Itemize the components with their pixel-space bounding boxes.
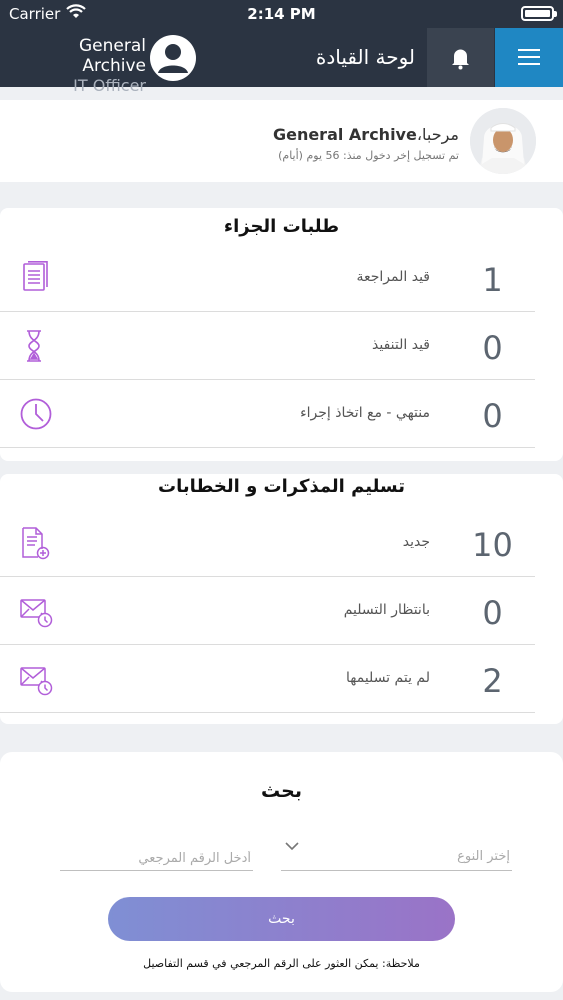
last-login-text: تم تسجيل إخر دخول منذ: 56 يوم (أيام) bbox=[278, 149, 459, 162]
reference-number-input[interactable] bbox=[60, 835, 253, 871]
search-title: بحث bbox=[261, 780, 302, 802]
document-list-icon bbox=[23, 261, 48, 291]
memos-row-label: لم يتم تسليمها bbox=[346, 670, 430, 686]
type-select[interactable]: إختر النوع bbox=[281, 835, 512, 871]
memos-row-count: 2 bbox=[482, 662, 503, 700]
chevron-down-icon bbox=[285, 842, 299, 851]
penalty-row-under-review[interactable]: قيد المراجعة 1 bbox=[0, 245, 563, 312]
row-divider bbox=[0, 576, 535, 577]
memos-row-not-delivered[interactable]: لم يتم تسليمها 2 bbox=[0, 646, 563, 713]
status-bar: Carrier 2:14 PM bbox=[0, 0, 563, 28]
row-divider bbox=[0, 447, 535, 448]
mail-clock-icon bbox=[20, 667, 53, 696]
memos-delivery-card: تسليم المذكرات و الخطابات جديد 10 بانتظا… bbox=[0, 474, 563, 724]
search-button[interactable]: بحث bbox=[108, 897, 455, 941]
penalty-row-count: 1 bbox=[482, 261, 503, 299]
hamburger-menu-icon[interactable] bbox=[495, 28, 563, 87]
penalty-requests-card: طلبات الجزاء قيد المراجعة 1 قيد التنفيذ … bbox=[0, 208, 563, 461]
row-divider bbox=[0, 712, 535, 713]
welcome-user-name: General Archive bbox=[272, 125, 417, 144]
penalty-row-count: 0 bbox=[482, 329, 503, 367]
notifications-button[interactable] bbox=[427, 28, 494, 87]
page-title: لوحة القيادة bbox=[315, 45, 415, 69]
new-document-icon bbox=[22, 527, 50, 560]
penalty-row-label: قيد التنفيذ bbox=[372, 337, 430, 353]
clock-time: 2:14 PM bbox=[247, 5, 316, 23]
top-bar: Carrier 2:14 PM General Archive IT Offic… bbox=[0, 0, 563, 95]
memos-row-count: 10 bbox=[472, 526, 513, 564]
welcome-greeting: مرحبا،General Archive bbox=[273, 125, 459, 144]
type-select-placeholder: إختر النوع bbox=[457, 849, 510, 864]
memos-row-label: جديد bbox=[402, 534, 430, 550]
memos-row-count: 0 bbox=[482, 594, 503, 632]
penalty-row-label: قيد المراجعة bbox=[356, 269, 431, 285]
search-card: بحث إختر النوع بحث ملاحظة: يمكن العثور ع… bbox=[0, 752, 563, 992]
user-circle-icon[interactable] bbox=[150, 35, 196, 81]
row-divider bbox=[0, 311, 535, 312]
penalty-requests-title: طلبات الجزاء bbox=[223, 216, 340, 237]
mail-clock-icon bbox=[20, 599, 53, 628]
penalty-row-count: 0 bbox=[482, 397, 503, 435]
memos-row-new[interactable]: جديد 10 bbox=[0, 510, 563, 577]
bell-icon bbox=[452, 49, 469, 70]
nav-user-name: General Archive bbox=[79, 36, 146, 76]
hourglass-icon bbox=[27, 330, 41, 362]
battery-icon bbox=[521, 6, 557, 21]
penalty-row-label: منتهي - مع اتخاذ إجراء bbox=[300, 405, 430, 421]
clock-icon bbox=[20, 398, 52, 430]
memos-row-label: بانتظار التسليم bbox=[343, 602, 430, 618]
search-note: ملاحظة: يمكن العثور على الرقم المرجعي في… bbox=[143, 957, 420, 970]
row-divider bbox=[0, 379, 535, 380]
row-divider bbox=[0, 644, 535, 645]
memos-delivery-title: تسليم المذكرات و الخطابات bbox=[158, 476, 405, 497]
greeting-word: مرحبا، bbox=[416, 125, 459, 144]
memos-row-awaiting-delivery[interactable]: بانتظار التسليم 0 bbox=[0, 578, 563, 645]
penalty-row-in-progress[interactable]: قيد التنفيذ 0 bbox=[0, 313, 563, 380]
penalty-row-completed[interactable]: منتهي - مع اتخاذ إجراء 0 bbox=[0, 381, 563, 448]
nav-user-role: IT Officer bbox=[73, 76, 146, 95]
profile-photo[interactable] bbox=[470, 108, 536, 174]
nav-user-info[interactable]: General Archive IT Officer bbox=[11, 36, 146, 96]
